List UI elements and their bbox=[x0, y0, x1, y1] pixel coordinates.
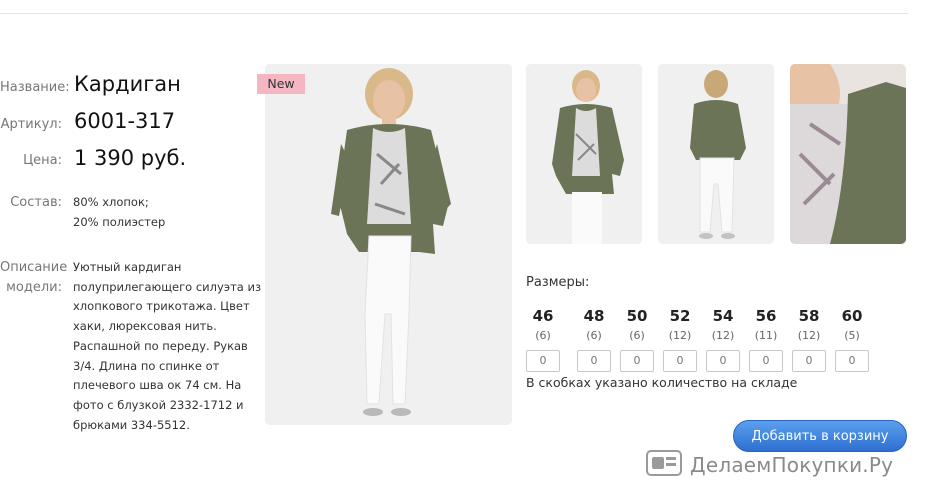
size-stock: (12) bbox=[668, 329, 692, 342]
description-label-line: Описание bbox=[0, 260, 68, 275]
qty-input-56[interactable] bbox=[749, 350, 783, 372]
product-name: Кардиган bbox=[74, 72, 181, 96]
size-value: 46 bbox=[532, 307, 554, 325]
qty-input-52[interactable] bbox=[663, 350, 697, 372]
composition-line: 20% полиэстер bbox=[73, 214, 166, 229]
size-option: 46 (6) bbox=[523, 306, 563, 344]
size-option: 48 (6) bbox=[574, 306, 614, 344]
price-label: Цена: bbox=[23, 153, 62, 168]
description-label-line: модели: bbox=[6, 280, 62, 295]
qty-input-48[interactable] bbox=[577, 350, 611, 372]
size-value: 50 bbox=[626, 307, 648, 325]
size-stock: (6) bbox=[629, 329, 645, 342]
composition-text: 80% хлопок; 20% полиэстер bbox=[73, 193, 165, 232]
size-value: 52 bbox=[669, 307, 691, 325]
size-option: 56 (11) bbox=[746, 306, 786, 344]
qty-input-50[interactable] bbox=[620, 350, 654, 372]
cart-icon bbox=[646, 449, 682, 481]
composition-line: 80% хлопок; bbox=[73, 195, 149, 209]
qty-input-60[interactable] bbox=[835, 350, 869, 372]
stock-note: В скобках указано количество на складе bbox=[526, 375, 798, 390]
size-stock: (12) bbox=[711, 329, 735, 342]
size-stock: (6) bbox=[586, 329, 602, 342]
article-label: Артикул: bbox=[0, 117, 62, 132]
description-line: Распашной по переду. Рукав bbox=[73, 338, 248, 353]
composition-label: Состав: bbox=[10, 195, 62, 210]
size-option: 60 (5) bbox=[832, 306, 872, 344]
watermark: ДелаемПокупки.Ру bbox=[646, 450, 893, 480]
size-option: 58 (12) bbox=[789, 306, 829, 344]
size-stock: (6) bbox=[535, 329, 551, 342]
description-line: брюками 334-5512. bbox=[73, 417, 190, 432]
qty-input-46[interactable] bbox=[526, 350, 560, 372]
thumbnail-back[interactable] bbox=[658, 64, 774, 244]
name-label: Название: bbox=[0, 80, 70, 95]
description-line: плечевого шва ок 74 см. На bbox=[73, 378, 242, 393]
size-option: 50 (6) bbox=[617, 306, 657, 344]
description-text: Уютный кардиган полуприлегающего силуэта… bbox=[73, 258, 261, 435]
top-divider bbox=[0, 13, 908, 14]
size-value: 60 bbox=[841, 307, 863, 325]
size-stock: (12) bbox=[797, 329, 821, 342]
product-article: 6001-317 bbox=[74, 109, 176, 133]
description-line: 3/4. Длина по спинке от bbox=[73, 358, 220, 373]
add-to-cart-button[interactable]: Добавить в корзину bbox=[733, 420, 907, 452]
new-badge: New bbox=[257, 74, 305, 94]
description-line: Уютный кардиган bbox=[73, 260, 182, 274]
size-stock: (5) bbox=[844, 329, 860, 342]
watermark-text: ДелаемПокупки.Ру bbox=[690, 453, 894, 477]
size-option: 54 (12) bbox=[703, 306, 743, 344]
size-value: 56 bbox=[755, 307, 777, 325]
size-stock: (11) bbox=[754, 329, 778, 342]
description-line: фото с блузкой 2332-1712 и bbox=[73, 397, 244, 412]
description-line: хаки, люрексовая нить. bbox=[73, 319, 217, 334]
main-product-photo[interactable] bbox=[265, 64, 512, 425]
size-value: 54 bbox=[712, 307, 734, 325]
size-value: 48 bbox=[583, 307, 605, 325]
description-line: полуприлегающего силуэта из bbox=[73, 279, 262, 294]
sizes-title: Размеры: bbox=[526, 275, 590, 290]
product-price: 1 390 руб. bbox=[74, 146, 187, 170]
description-line: хлопкового трикотажа. Цвет bbox=[73, 299, 250, 314]
qty-input-58[interactable] bbox=[792, 350, 826, 372]
thumbnail-detail[interactable] bbox=[790, 64, 906, 244]
qty-input-54[interactable] bbox=[706, 350, 740, 372]
size-value: 58 bbox=[798, 307, 820, 325]
thumbnail-front[interactable] bbox=[526, 64, 642, 244]
size-option: 52 (12) bbox=[660, 306, 700, 344]
description-label: Описание модели: bbox=[0, 258, 68, 298]
